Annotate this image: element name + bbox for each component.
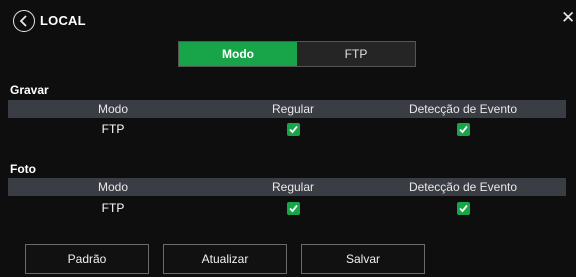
regular-checkbox[interactable] — [286, 202, 300, 216]
column-header-event-detection: Detecção de Evento — [408, 180, 518, 194]
event-detection-checkbox-cell — [388, 122, 538, 137]
save-button[interactable]: Salvar — [301, 244, 425, 274]
default-button[interactable]: Padrão — [25, 244, 149, 274]
row-mode-value: FTP — [101, 122, 125, 136]
tab-bar: Modo FTP — [178, 41, 416, 67]
top-bar: LOCAL ✕ — [0, 0, 576, 38]
gravar-table-header: Modo Regular Detecção de Evento — [8, 100, 566, 118]
column-header-regular: Regular — [271, 102, 315, 116]
check-icon — [458, 205, 468, 213]
column-header-mode: Modo — [97, 102, 129, 116]
event-detection-checkbox-cell — [388, 201, 538, 216]
tab-ftp[interactable]: FTP — [297, 42, 415, 66]
regular-checkbox[interactable] — [286, 123, 300, 137]
chevron-left-icon — [19, 15, 27, 27]
regular-checkbox-cell — [238, 122, 348, 137]
column-header-regular: Regular — [271, 180, 315, 194]
refresh-button[interactable]: Atualizar — [163, 244, 287, 274]
event-detection-checkbox[interactable] — [456, 202, 470, 216]
check-icon — [458, 126, 468, 134]
tab-modo[interactable]: Modo — [179, 42, 297, 66]
page-title: LOCAL — [40, 13, 86, 28]
foto-table-row: FTP — [8, 199, 566, 217]
check-icon — [288, 205, 298, 213]
section-label-gravar: Gravar — [10, 83, 49, 97]
gravar-table-row: FTP — [8, 120, 566, 138]
column-header-mode: Modo — [97, 180, 129, 194]
close-icon[interactable]: ✕ — [561, 8, 575, 28]
foto-table-header: Modo Regular Detecção de Evento — [8, 178, 566, 196]
column-header-event-detection: Detecção de Evento — [408, 102, 518, 116]
check-icon — [288, 126, 298, 134]
back-button[interactable] — [13, 10, 35, 32]
event-detection-checkbox[interactable] — [456, 123, 470, 137]
regular-checkbox-cell — [238, 201, 348, 216]
section-label-foto: Foto — [10, 162, 36, 176]
row-mode-value: FTP — [101, 201, 125, 215]
